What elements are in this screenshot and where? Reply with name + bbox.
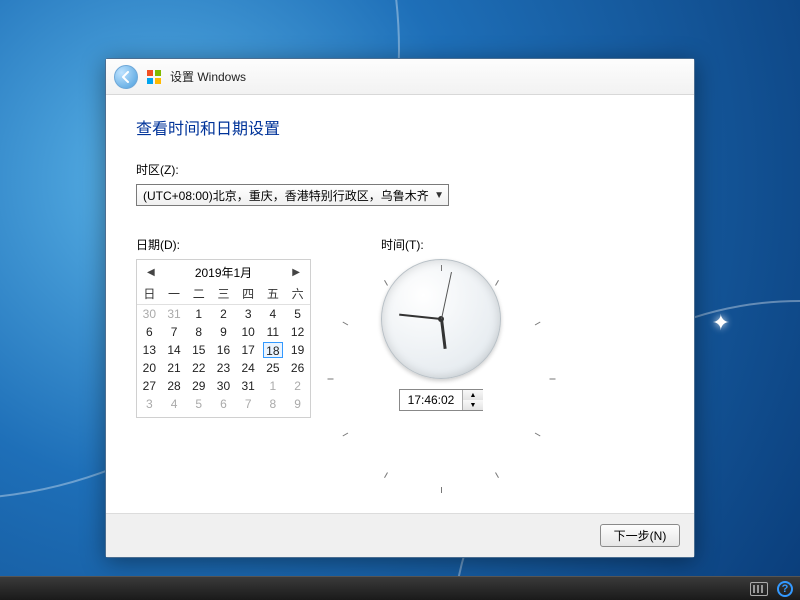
time-label: 时间(T): [381, 236, 501, 253]
windows-icon [146, 69, 162, 85]
calendar-next-button[interactable]: ▶ [288, 267, 304, 278]
time-spin-up[interactable]: ▲ [463, 390, 483, 400]
calendar-prev-button[interactable]: ◀ [143, 267, 159, 278]
calendar-day[interactable]: 6 [211, 395, 236, 413]
calendar-day[interactable]: 30 [137, 305, 162, 323]
calendar-day[interactable]: 2 [285, 377, 310, 395]
page-heading: 查看时间和日期设置 [136, 115, 664, 139]
calendar-day[interactable]: 24 [236, 359, 261, 377]
chevron-down-icon: ▼ [434, 190, 444, 201]
calendar-day[interactable]: 3 [137, 395, 162, 413]
calendar-day[interactable]: 17 [236, 341, 261, 359]
calendar-day[interactable]: 16 [211, 341, 236, 359]
calendar-day[interactable]: 1 [261, 377, 286, 395]
calendar-day[interactable]: 2 [211, 305, 236, 323]
keyboard-icon[interactable] [750, 581, 768, 597]
calendar-day[interactable]: 15 [186, 341, 211, 359]
calendar-day[interactable]: 8 [186, 323, 211, 341]
calendar-day[interactable]: 27 [137, 377, 162, 395]
calendar-dow: 三 [211, 285, 236, 305]
calendar-day[interactable]: 8 [261, 395, 286, 413]
calendar-dow: 五 [261, 285, 286, 305]
calendar-day[interactable]: 7 [236, 395, 261, 413]
next-button[interactable]: 下一步(N) [600, 524, 680, 547]
calendar-month-title[interactable]: 2019年1月 [159, 264, 289, 281]
calendar-day[interactable]: 22 [186, 359, 211, 377]
timezone-selected-value: (UTC+08:00)北京，重庆，香港特别行政区，乌鲁木齐 [143, 187, 429, 204]
calendar-day[interactable]: 25 [261, 359, 286, 377]
calendar-day[interactable]: 23 [211, 359, 236, 377]
calendar-day[interactable]: 6 [137, 323, 162, 341]
calendar-day[interactable]: 3 [236, 305, 261, 323]
calendar-dow: 六 [285, 285, 310, 305]
calendar-day[interactable]: 5 [186, 395, 211, 413]
calendar-day[interactable]: 9 [211, 323, 236, 341]
calendar-grid: 日一二三四五六 30311234567891011121314151617181… [137, 285, 310, 413]
calendar-day[interactable]: 14 [162, 341, 187, 359]
calendar-day[interactable]: 21 [162, 359, 187, 377]
date-label: 日期(D): [136, 236, 311, 253]
window-title: 设置 Windows [170, 68, 246, 85]
back-button[interactable] [114, 65, 138, 89]
calendar-day[interactable]: 31 [236, 377, 261, 395]
calendar-day[interactable]: 11 [261, 323, 286, 341]
timezone-combobox[interactable]: (UTC+08:00)北京，重庆，香港特别行政区，乌鲁木齐 ▼ [136, 184, 449, 206]
ease-of-access-icon[interactable]: ? [776, 581, 794, 597]
calendar-day[interactable]: 4 [261, 305, 286, 323]
analog-clock [381, 259, 501, 379]
calendar-dow: 一 [162, 285, 187, 305]
titlebar: 设置 Windows [106, 59, 694, 95]
time-spinner[interactable]: ▲ ▼ [399, 389, 483, 411]
calendar: ◀ 2019年1月 ▶ 日一二三四五六 30311234567891011121… [136, 259, 311, 418]
calendar-day[interactable]: 10 [236, 323, 261, 341]
time-input[interactable] [400, 390, 462, 410]
calendar-day[interactable]: 5 [285, 305, 310, 323]
dialog-footer: 下一步(N) [106, 513, 694, 557]
calendar-day[interactable]: 4 [162, 395, 187, 413]
calendar-dow: 四 [236, 285, 261, 305]
calendar-day[interactable]: 18 [261, 341, 286, 359]
calendar-day[interactable]: 19 [285, 341, 310, 359]
calendar-day[interactable]: 1 [186, 305, 211, 323]
calendar-day[interactable]: 28 [162, 377, 187, 395]
calendar-day[interactable]: 29 [186, 377, 211, 395]
calendar-day[interactable]: 7 [162, 323, 187, 341]
calendar-day[interactable]: 13 [137, 341, 162, 359]
calendar-dow: 二 [186, 285, 211, 305]
calendar-day[interactable]: 30 [211, 377, 236, 395]
setup-dialog: 设置 Windows 查看时间和日期设置 时区(Z): (UTC+08:00)北… [105, 58, 695, 558]
calendar-day[interactable]: 9 [285, 395, 310, 413]
calendar-dow: 日 [137, 285, 162, 305]
taskbar: ? [0, 576, 800, 600]
calendar-day[interactable]: 20 [137, 359, 162, 377]
calendar-day[interactable]: 12 [285, 323, 310, 341]
calendar-day[interactable]: 31 [162, 305, 187, 323]
calendar-day[interactable]: 26 [285, 359, 310, 377]
time-spin-down[interactable]: ▼ [463, 400, 483, 410]
decorative-sparkle: ✦ [712, 310, 730, 336]
timezone-label: 时区(Z): [136, 161, 664, 178]
